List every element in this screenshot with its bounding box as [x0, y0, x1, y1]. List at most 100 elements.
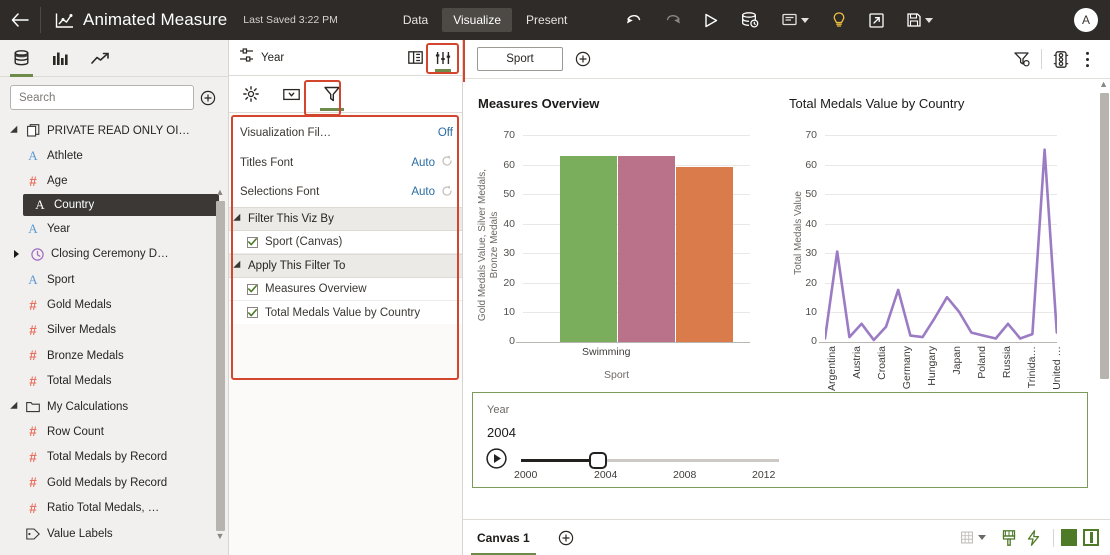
scroll-up-icon[interactable]: ▲ — [215, 187, 225, 197]
tree-item-value-labels[interactable]: Value Labels — [0, 521, 228, 546]
add-filter-button[interactable] — [575, 51, 591, 67]
bar-gold-medals-value[interactable] — [560, 155, 617, 342]
filter-target-label: Measures Overview — [265, 283, 367, 295]
expander-right-icon[interactable] — [8, 250, 27, 259]
checkbox-checked-icon[interactable] — [247, 236, 258, 248]
tree-item-dataset[interactable]: PRIVATE READ ONLY OI… — [0, 118, 228, 143]
data-actions-icon[interactable] — [1048, 50, 1074, 68]
checkbox-checked-icon[interactable] — [247, 283, 258, 295]
reset-icon[interactable] — [435, 184, 453, 200]
year-slider-handle[interactable] — [589, 451, 607, 469]
tree-item-ratio-total-medals[interactable]: # Ratio Total Medals, … — [0, 495, 228, 520]
tab-data[interactable]: Data — [392, 8, 439, 32]
chevron-down-icon — [978, 535, 986, 540]
tree-item-age[interactable]: # Age — [0, 169, 228, 194]
year-slider-track[interactable] — [521, 451, 779, 469]
filter-target-item[interactable]: Total Medals Value by Country — [229, 301, 462, 324]
tree-item-year[interactable]: A Year — [0, 216, 228, 241]
show-panel-icon[interactable] — [1061, 529, 1077, 546]
filter-target-item[interactable]: Measures Overview — [229, 278, 462, 301]
redo-icon[interactable] — [665, 13, 681, 27]
more-options-icon[interactable] — [1074, 51, 1100, 68]
selection-steps-tab[interactable] — [283, 76, 300, 113]
share-export-icon[interactable] — [869, 12, 885, 28]
property-value[interactable]: Auto — [411, 157, 435, 169]
tree-item-silver-medals[interactable]: # Silver Medals — [0, 318, 228, 343]
expander-down-icon[interactable] — [8, 401, 23, 412]
tree-item-closing-ceremony[interactable]: Closing Ceremony D… — [0, 242, 228, 267]
save-icon[interactable] — [907, 13, 934, 27]
tree-item-sport[interactable]: A Sport — [0, 267, 228, 292]
section-filter-this-viz-by[interactable]: Filter This Viz By — [229, 207, 462, 231]
canvas-tab[interactable]: Canvas 1 — [471, 520, 536, 555]
property-value[interactable]: Off — [438, 127, 453, 139]
chart-measures-overview[interactable]: Measures Overview Gold Medals Value, Sil… — [463, 88, 783, 388]
visualizations-tab[interactable] — [52, 40, 69, 77]
tree-item-bronze-medals[interactable]: # Bronze Medals — [0, 343, 228, 368]
x-tick-label: Croatia — [876, 346, 888, 380]
avatar[interactable]: A — [1074, 8, 1098, 32]
add-canvas-button[interactable] — [558, 530, 574, 546]
general-tab[interactable] — [243, 76, 259, 113]
layout-panel-icon[interactable] — [402, 41, 428, 75]
tree-item-label: Year — [47, 222, 71, 235]
save-dataset-icon[interactable] — [741, 12, 759, 28]
last-saved-label: Last Saved 3:22 PM — [243, 14, 338, 26]
auto-insights-icon[interactable] — [1021, 529, 1046, 546]
analytics-tab[interactable] — [91, 40, 110, 77]
bar-silver-medals[interactable] — [618, 155, 675, 342]
filters-tab[interactable] — [320, 76, 344, 113]
canvas-layout-icon[interactable] — [961, 531, 986, 544]
analytics-icon — [55, 12, 74, 29]
scroll-down-icon[interactable]: ▼ — [215, 531, 225, 541]
chart-total-medals-by-country[interactable]: Total Medals Value by Country Total Meda… — [783, 88, 1103, 428]
application-window: Animated Measure Last Saved 3:22 PM Data… — [0, 0, 1110, 555]
measure-icon: # — [29, 500, 37, 516]
comment-icon[interactable] — [782, 13, 810, 27]
play-circle-icon[interactable] — [486, 448, 507, 474]
titles-font-row[interactable]: Titles Font Auto — [229, 148, 462, 177]
filter-source-item[interactable]: Sport (Canvas) — [229, 231, 462, 254]
reset-icon[interactable] — [435, 155, 453, 170]
back-button[interactable] — [0, 0, 40, 40]
line-series[interactable] — [825, 135, 1057, 342]
tree-item-gold-medals[interactable]: # Gold Medals — [0, 292, 228, 317]
tree-item-gold-medals-by-record[interactable]: # Gold Medals by Record — [0, 470, 228, 495]
tree-item-country[interactable]: A Country — [23, 194, 219, 217]
insight-bulb-icon[interactable] — [832, 12, 846, 28]
property-label: Titles Font — [240, 156, 294, 169]
year-slider-widget[interactable]: Year 2004 2000 2004 2008 2012 — [472, 392, 1088, 488]
filter-clear-icon[interactable] — [1009, 51, 1035, 67]
search-input[interactable] — [10, 85, 194, 110]
tab-visualize[interactable]: Visualize — [442, 8, 513, 32]
add-dataset-button[interactable] — [197, 90, 219, 106]
filter-pill-sport[interactable]: Sport — [477, 47, 563, 71]
canvas-scrollbar-thumb[interactable] — [1099, 93, 1109, 379]
data-panel-scrollbar[interactable] — [216, 201, 225, 531]
data-panel-tabs — [0, 40, 228, 77]
scroll-up-icon[interactable]: ▲ — [1099, 79, 1108, 89]
undo-icon[interactable] — [626, 13, 642, 27]
checkbox-checked-icon[interactable] — [247, 307, 258, 318]
paintbrush-icon[interactable] — [996, 529, 1021, 546]
property-value[interactable]: Auto — [411, 186, 435, 198]
tree-item-row-count[interactable]: # Row Count — [0, 419, 228, 444]
properties-sliders-icon[interactable] — [430, 41, 456, 75]
tree-item-my-calculations[interactable]: My Calculations — [0, 394, 228, 419]
tree-item-total-medals-by-record[interactable]: # Total Medals by Record — [0, 445, 228, 470]
search-row — [0, 77, 228, 116]
tree-item-total-medals[interactable]: # Total Medals — [0, 369, 228, 394]
bar-bronze-medals[interactable] — [676, 167, 733, 342]
tree-item-athlete[interactable]: A Athlete — [0, 143, 228, 168]
visualization-filter-row[interactable]: Visualization Fil… Off — [229, 117, 462, 148]
hide-panel-icon[interactable] — [1083, 529, 1099, 546]
data-tab[interactable] — [10, 40, 33, 77]
play-icon[interactable] — [704, 13, 718, 28]
tab-present[interactable]: Present — [515, 8, 578, 32]
canvas-scrollbar[interactable]: ▲ ▼ — [1098, 79, 1110, 539]
selections-font-row[interactable]: Selections Font Auto — [229, 177, 462, 207]
section-apply-this-filter-to[interactable]: Apply This Filter To — [229, 254, 462, 278]
y-tick: 70 — [805, 129, 817, 141]
y-tick: 40 — [503, 217, 515, 230]
expander-down-icon[interactable] — [8, 125, 23, 136]
